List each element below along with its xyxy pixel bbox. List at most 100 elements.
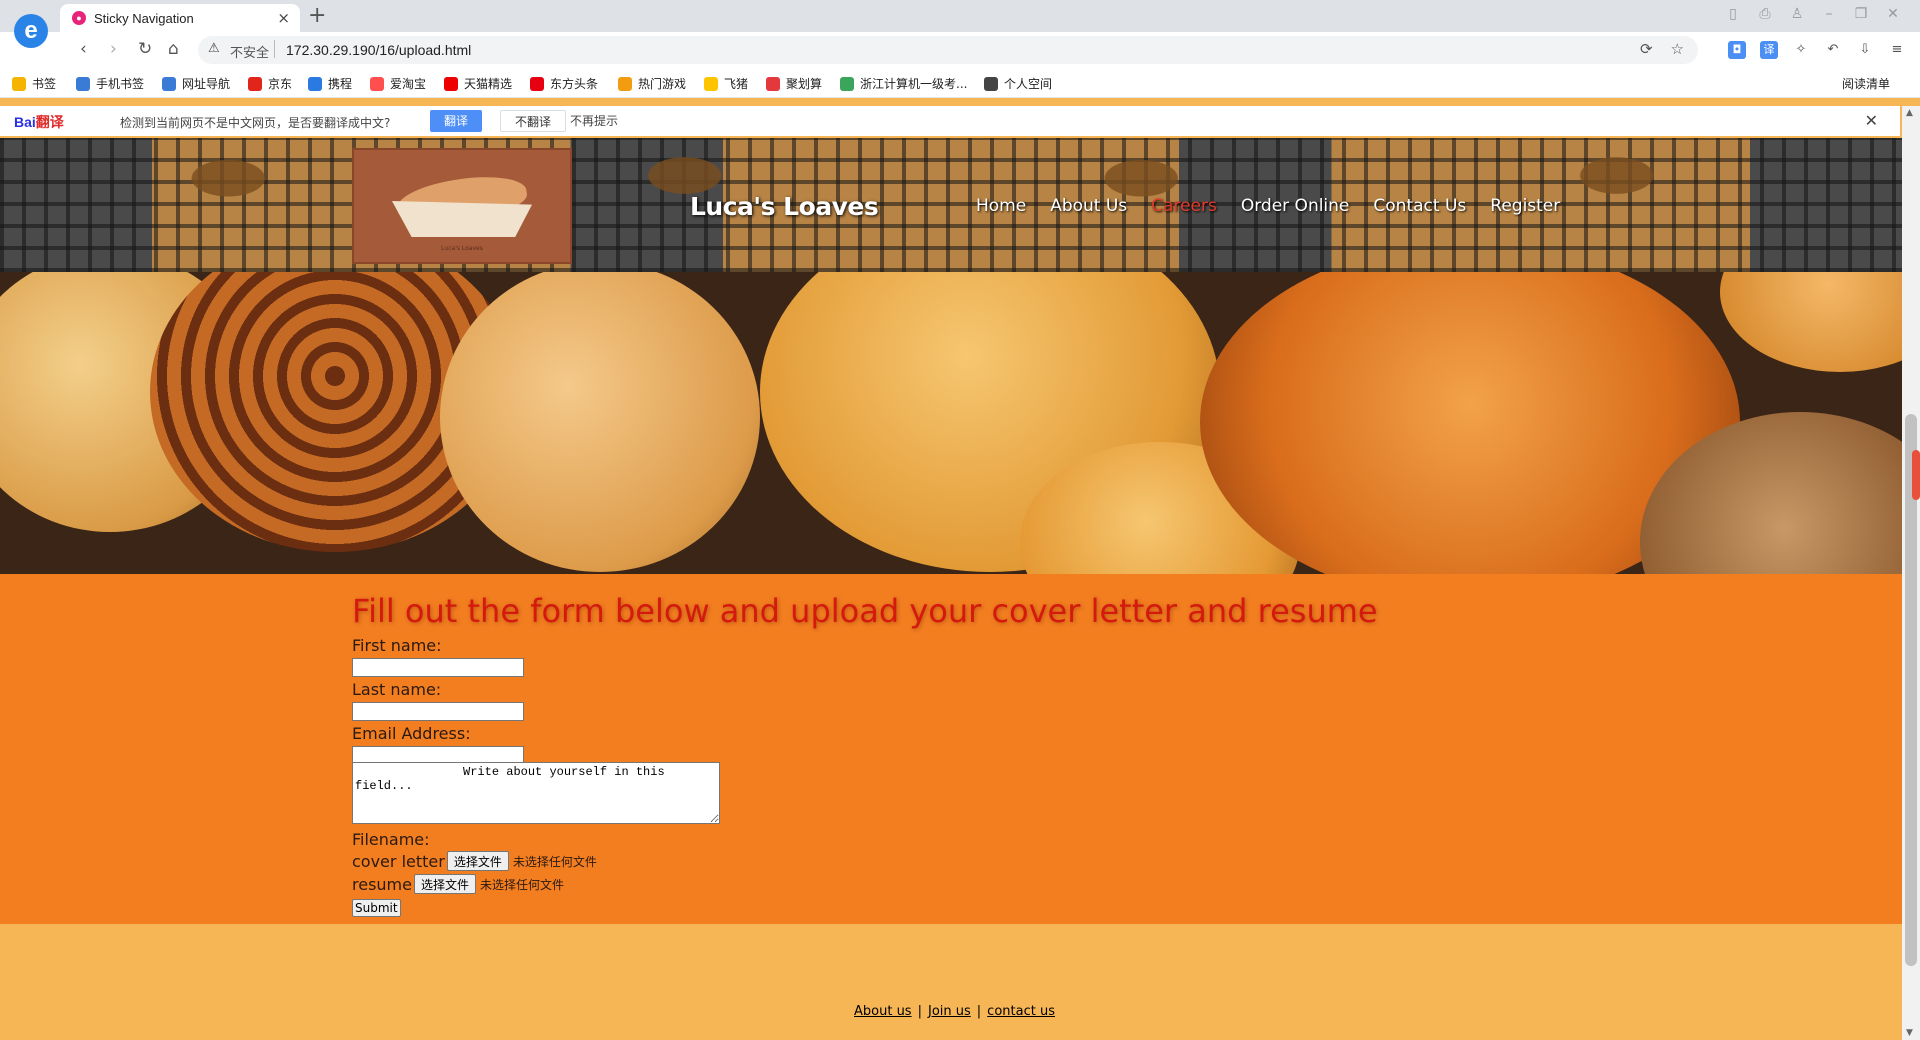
baidu-translate-logo: Bai翻译 xyxy=(14,114,64,130)
maximize-icon[interactable]: ❐ xyxy=(1852,6,1870,22)
reading-list-button[interactable]: 阅读清单 xyxy=(1842,75,1890,92)
tab-bar: ● Sticky Navigation × + ▯ ⎙ ♙ – ❐ ✕ xyxy=(0,0,1920,32)
new-tab-icon[interactable]: + xyxy=(308,3,326,28)
refresh-site-icon[interactable]: ⟳ xyxy=(1640,40,1653,58)
extension-shield-icon[interactable]: ◘ xyxy=(1728,41,1746,59)
bread-image xyxy=(1720,272,1902,372)
bookmark-label: 飞猪 xyxy=(724,77,749,91)
bookmark-icon xyxy=(76,76,90,91)
close-window-icon[interactable]: ✕ xyxy=(1884,6,1902,22)
print-icon[interactable]: ⎙ xyxy=(1756,6,1774,22)
site-nav: Home About Us Careers Order Online Contact U… xyxy=(976,196,1584,216)
close-translate-icon[interactable]: ✕ xyxy=(1865,111,1878,130)
bookmark-item[interactable]: 爱淘宝 xyxy=(370,75,426,92)
bookmark-item[interactable]: 聚划算 xyxy=(766,75,822,92)
form-heading: Fill out the form below and upload your … xyxy=(352,592,1378,630)
forward-icon[interactable]: › xyxy=(110,39,117,59)
last-name-field[interactable] xyxy=(352,702,524,721)
site-logo[interactable]: Luca's Loaves xyxy=(352,148,572,264)
bookmark-label: 爱淘宝 xyxy=(390,77,427,91)
bookmark-item[interactable]: 浙江计算机一级考... xyxy=(840,75,967,92)
about-yourself-textarea[interactable]: Write about yourself in this field... xyxy=(352,762,720,824)
extension-translate-icon[interactable]: 译 xyxy=(1760,41,1778,59)
first-name-field[interactable] xyxy=(352,658,524,677)
nav-link-order-online[interactable]: Order Online xyxy=(1241,196,1350,216)
bookmark-label: 携程 xyxy=(328,77,353,91)
cover-letter-choose-file-button[interactable]: 选择文件 xyxy=(446,851,509,871)
scroll-up-icon[interactable]: ▲ xyxy=(1906,108,1913,118)
last-name-label: Last name: xyxy=(352,680,442,699)
footer: About us | Join us | contact us xyxy=(0,924,1902,1040)
translate-message: 检测到当前网页不是中文网页，是否要翻译成中文? xyxy=(120,116,391,130)
bookmark-label: 东方头条 xyxy=(550,77,599,91)
bread-image xyxy=(440,272,760,572)
back-icon[interactable]: ‹ xyxy=(80,39,87,59)
bookmarks-bar: 书签 手机书签 网址导航 京东 携程 爱淘宝 天猫精选 东方头条 热门游戏 飞猪 聚划算 浙江计算机一… xyxy=(0,68,1920,98)
scroll-down-icon[interactable]: ▼ xyxy=(1906,1028,1913,1038)
footer-link-join-us[interactable]: Join us xyxy=(924,1004,975,1019)
bookmark-label: 天猫精选 xyxy=(464,77,513,91)
cover-letter-row: cover letter 选择文件 未选择任何文件 xyxy=(352,851,597,871)
bookmark-label: 京东 xyxy=(268,77,293,91)
page-scrollbar[interactable]: ▲ ▼ xyxy=(1902,106,1920,1040)
footer-link-contact-us[interactable]: contact us xyxy=(983,1004,1059,1019)
home-icon[interactable]: ⌂ xyxy=(168,39,179,59)
bookmark-item[interactable]: 京东 xyxy=(248,75,292,92)
bookmark-label: 网址导航 xyxy=(182,77,231,91)
never-remind-button[interactable]: 不再提示 xyxy=(570,110,618,132)
tab-title: Sticky Navigation xyxy=(94,11,194,26)
url-divider xyxy=(274,40,275,58)
puzzle-icon[interactable]: ✧ xyxy=(1792,41,1810,59)
filename-label: Filename: xyxy=(352,830,430,849)
shirt-icon[interactable]: ♙ xyxy=(1788,6,1806,22)
browser-logo-icon[interactable]: e xyxy=(14,14,48,48)
minimize-icon[interactable]: – xyxy=(1820,6,1838,22)
bookmark-item[interactable]: 携程 xyxy=(308,75,352,92)
page-viewport: Luca's Loaves Luca's Loaves Home About Us… xyxy=(0,138,1902,1040)
nav-link-home[interactable]: Home xyxy=(976,196,1026,216)
bookmark-icon xyxy=(248,76,262,91)
bookmark-item[interactable]: 网址导航 xyxy=(162,75,230,92)
bookmark-item[interactable]: 个人空间 xyxy=(984,75,1052,92)
reload-icon[interactable]: ↻ xyxy=(138,39,152,59)
sidebar-icon[interactable]: ▯ xyxy=(1724,6,1742,22)
url-actions: ⟳ ☆ xyxy=(1640,40,1684,58)
bookmark-icon xyxy=(618,76,632,91)
insecure-label[interactable]: 不安全 xyxy=(230,42,269,61)
warning-icon[interactable]: ⚠ xyxy=(208,41,220,56)
bookmark-item[interactable]: 飞猪 xyxy=(704,75,748,92)
bookmark-item[interactable]: 天猫精选 xyxy=(444,75,512,92)
no-translate-button[interactable]: 不翻译 xyxy=(500,110,567,132)
cover-letter-label: cover letter xyxy=(352,851,445,871)
bookmark-item[interactable]: 热门游戏 xyxy=(618,75,686,92)
download-icon[interactable]: ⇩ xyxy=(1856,41,1874,59)
menu-icon[interactable]: ≡ xyxy=(1888,41,1906,59)
email-label: Email Address: xyxy=(352,724,471,743)
site-title: Luca's Loaves xyxy=(690,192,879,221)
nav-link-register[interactable]: Register xyxy=(1490,196,1560,216)
footer-link-about-us[interactable]: About us xyxy=(850,1004,916,1019)
translate-button[interactable]: 翻译 xyxy=(430,110,483,132)
bookmark-item[interactable]: 东方头条 xyxy=(530,75,598,92)
tab-sticky-navigation[interactable]: ● Sticky Navigation × xyxy=(60,4,300,32)
nav-link-about-us[interactable]: About Us xyxy=(1050,196,1127,216)
bookmark-label: 浙江计算机一级考... xyxy=(860,77,968,91)
submit-button[interactable]: Submit xyxy=(352,899,401,917)
star-icon[interactable]: ☆ xyxy=(1671,40,1684,58)
nav-link-careers[interactable]: Careers xyxy=(1151,196,1217,216)
url-field[interactable]: ⚠ 不安全 172.30.29.190/16/upload.html ⟳ ☆ xyxy=(198,36,1698,64)
bookmark-item[interactable]: 书签 xyxy=(12,75,56,92)
nav-link-contact-us[interactable]: Contact Us xyxy=(1373,196,1466,216)
resume-row: resume 选择文件 未选择任何文件 xyxy=(352,874,564,894)
bookmark-label: 聚划算 xyxy=(786,77,823,91)
url-text[interactable]: 172.30.29.190/16/upload.html xyxy=(286,42,471,58)
bookmark-icon xyxy=(704,76,718,91)
close-tab-icon[interactable]: × xyxy=(277,9,290,27)
bookmark-item[interactable]: 手机书签 xyxy=(76,75,144,92)
logo-caption: Luca's Loaves xyxy=(441,245,483,252)
tab-favicon-icon: ● xyxy=(72,11,86,25)
undo-icon[interactable]: ↶ xyxy=(1824,41,1842,59)
bookmark-icon xyxy=(12,76,26,91)
bookmark-icon xyxy=(840,76,854,91)
resume-choose-file-button[interactable]: 选择文件 xyxy=(413,874,476,894)
